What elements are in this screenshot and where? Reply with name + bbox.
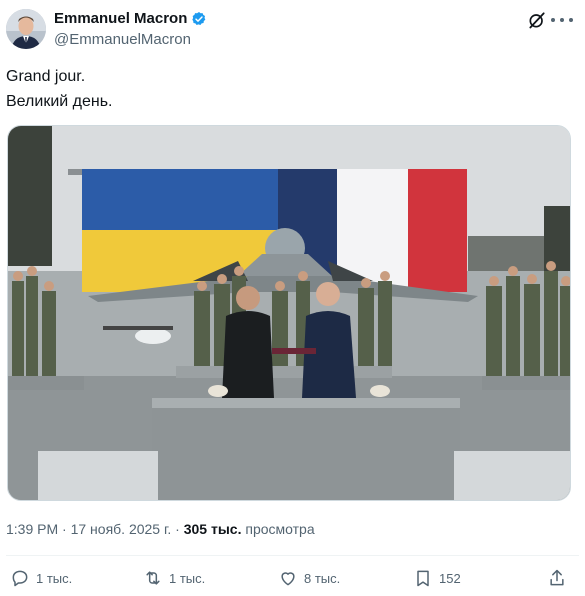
bookmark-count: 152 [439, 570, 461, 586]
like-button[interactable]: 8 тыс. [278, 568, 340, 588]
author-handle[interactable]: @EmmanuelMacron [54, 31, 191, 48]
photo-illustration [8, 126, 570, 500]
avatar-image [6, 9, 46, 49]
more-icon[interactable] [551, 10, 573, 30]
like-count: 8 тыс. [304, 570, 341, 586]
post-date[interactable]: 17 нояб. 2025 г. [71, 521, 172, 537]
grok-icon[interactable] [527, 10, 547, 30]
views-count: 305 тыс. [183, 521, 242, 537]
meta-separator-2: · [175, 521, 180, 537]
post-text-line-1: Grand jour. [6, 68, 86, 85]
meta-separator: · [62, 521, 67, 537]
post-time[interactable]: 1:39 PM [6, 521, 58, 537]
post-meta: 1:39 PM · 17 нояб. 2025 г. · 305 тыс. пр… [6, 521, 315, 537]
reply-icon [12, 570, 28, 587]
author-row: Emmanuel Macron [54, 10, 207, 27]
bookmark-button[interactable]: 152 [413, 568, 461, 588]
reply-count: 1 тыс. [36, 570, 73, 586]
reply-button[interactable]: 1 тыс. [10, 568, 72, 588]
repost-count: 1 тыс. [169, 570, 206, 586]
share-icon [550, 569, 564, 586]
post-text-line-2: Великий день. [6, 93, 113, 110]
repost-icon [146, 571, 160, 585]
repost-button[interactable]: 1 тыс. [143, 568, 205, 588]
views-label: просмотра [245, 521, 315, 537]
author-name[interactable]: Emmanuel Macron [54, 10, 187, 27]
action-bar: 1 тыс. 1 тыс. 8 тыс. 152 [0, 568, 585, 590]
bookmark-icon [417, 570, 429, 587]
verified-badge-icon [192, 11, 206, 25]
post-photo[interactable] [7, 125, 571, 501]
avatar[interactable] [6, 9, 46, 49]
like-icon [281, 572, 295, 586]
divider [6, 555, 579, 556]
share-button[interactable] [547, 568, 567, 588]
